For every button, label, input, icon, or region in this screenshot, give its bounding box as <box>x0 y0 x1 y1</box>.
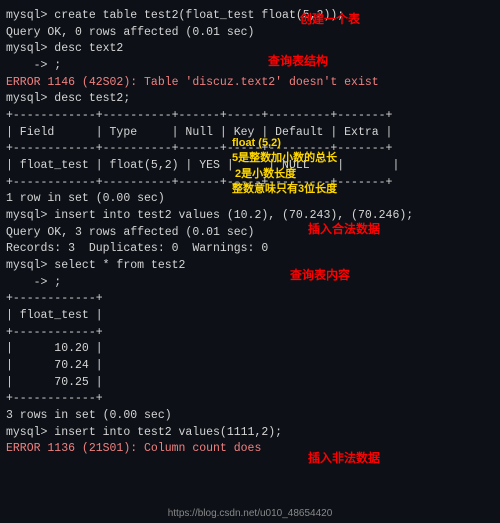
terminal-line: | 10.20 | <box>6 341 494 358</box>
terminal-output: mysql> create table test2(float_test flo… <box>6 8 494 458</box>
terminal-line: mysql> desc test2; <box>6 91 494 108</box>
terminal-line: ERROR 1146 (42S02): Table 'discuz.text2'… <box>6 75 494 92</box>
terminal-line: | 70.24 | <box>6 358 494 375</box>
terminal-line: mysql> select * from test2 <box>6 258 494 275</box>
terminal-line: | float_test | <box>6 308 494 325</box>
terminal-line: +------------+----------+------+-----+--… <box>6 141 494 158</box>
terminal-line: mysql> insert into test2 values (10.2), … <box>6 208 494 225</box>
terminal-line: -> ; <box>6 58 494 75</box>
terminal-line: Query OK, 0 rows affected (0.01 sec) <box>6 25 494 42</box>
terminal-line: +------------+ <box>6 325 494 342</box>
terminal-line: -> ; <box>6 275 494 292</box>
terminal-line: mysql> create table test2(float_test flo… <box>6 8 494 25</box>
terminal: mysql> create table test2(float_test flo… <box>0 0 500 523</box>
terminal-line: mysql> insert into test2 values(1111,2); <box>6 425 494 442</box>
terminal-line: | 70.25 | <box>6 375 494 392</box>
terminal-line: 1 row in set (0.00 sec) <box>6 191 494 208</box>
terminal-line: +------------+----------+------+-----+--… <box>6 108 494 125</box>
terminal-line: | Field | Type | Null | Key | Default | … <box>6 125 494 142</box>
terminal-line: Query OK, 3 rows affected (0.01 sec) <box>6 225 494 242</box>
terminal-line: 3 rows in set (0.00 sec) <box>6 408 494 425</box>
watermark: https://blog.csdn.net/u010_48654420 <box>168 508 333 519</box>
terminal-line: | float_test | float(5,2) | YES | | NULL… <box>6 158 494 175</box>
terminal-line: Records: 3 Duplicates: 0 Warnings: 0 <box>6 241 494 258</box>
terminal-line: +------------+----------+------+-----+--… <box>6 175 494 192</box>
terminal-line: +------------+ <box>6 391 494 408</box>
terminal-line: +------------+ <box>6 291 494 308</box>
terminal-line: mysql> desc text2 <box>6 41 494 58</box>
terminal-line: ERROR 1136 (21S01): Column count does <box>6 441 494 458</box>
